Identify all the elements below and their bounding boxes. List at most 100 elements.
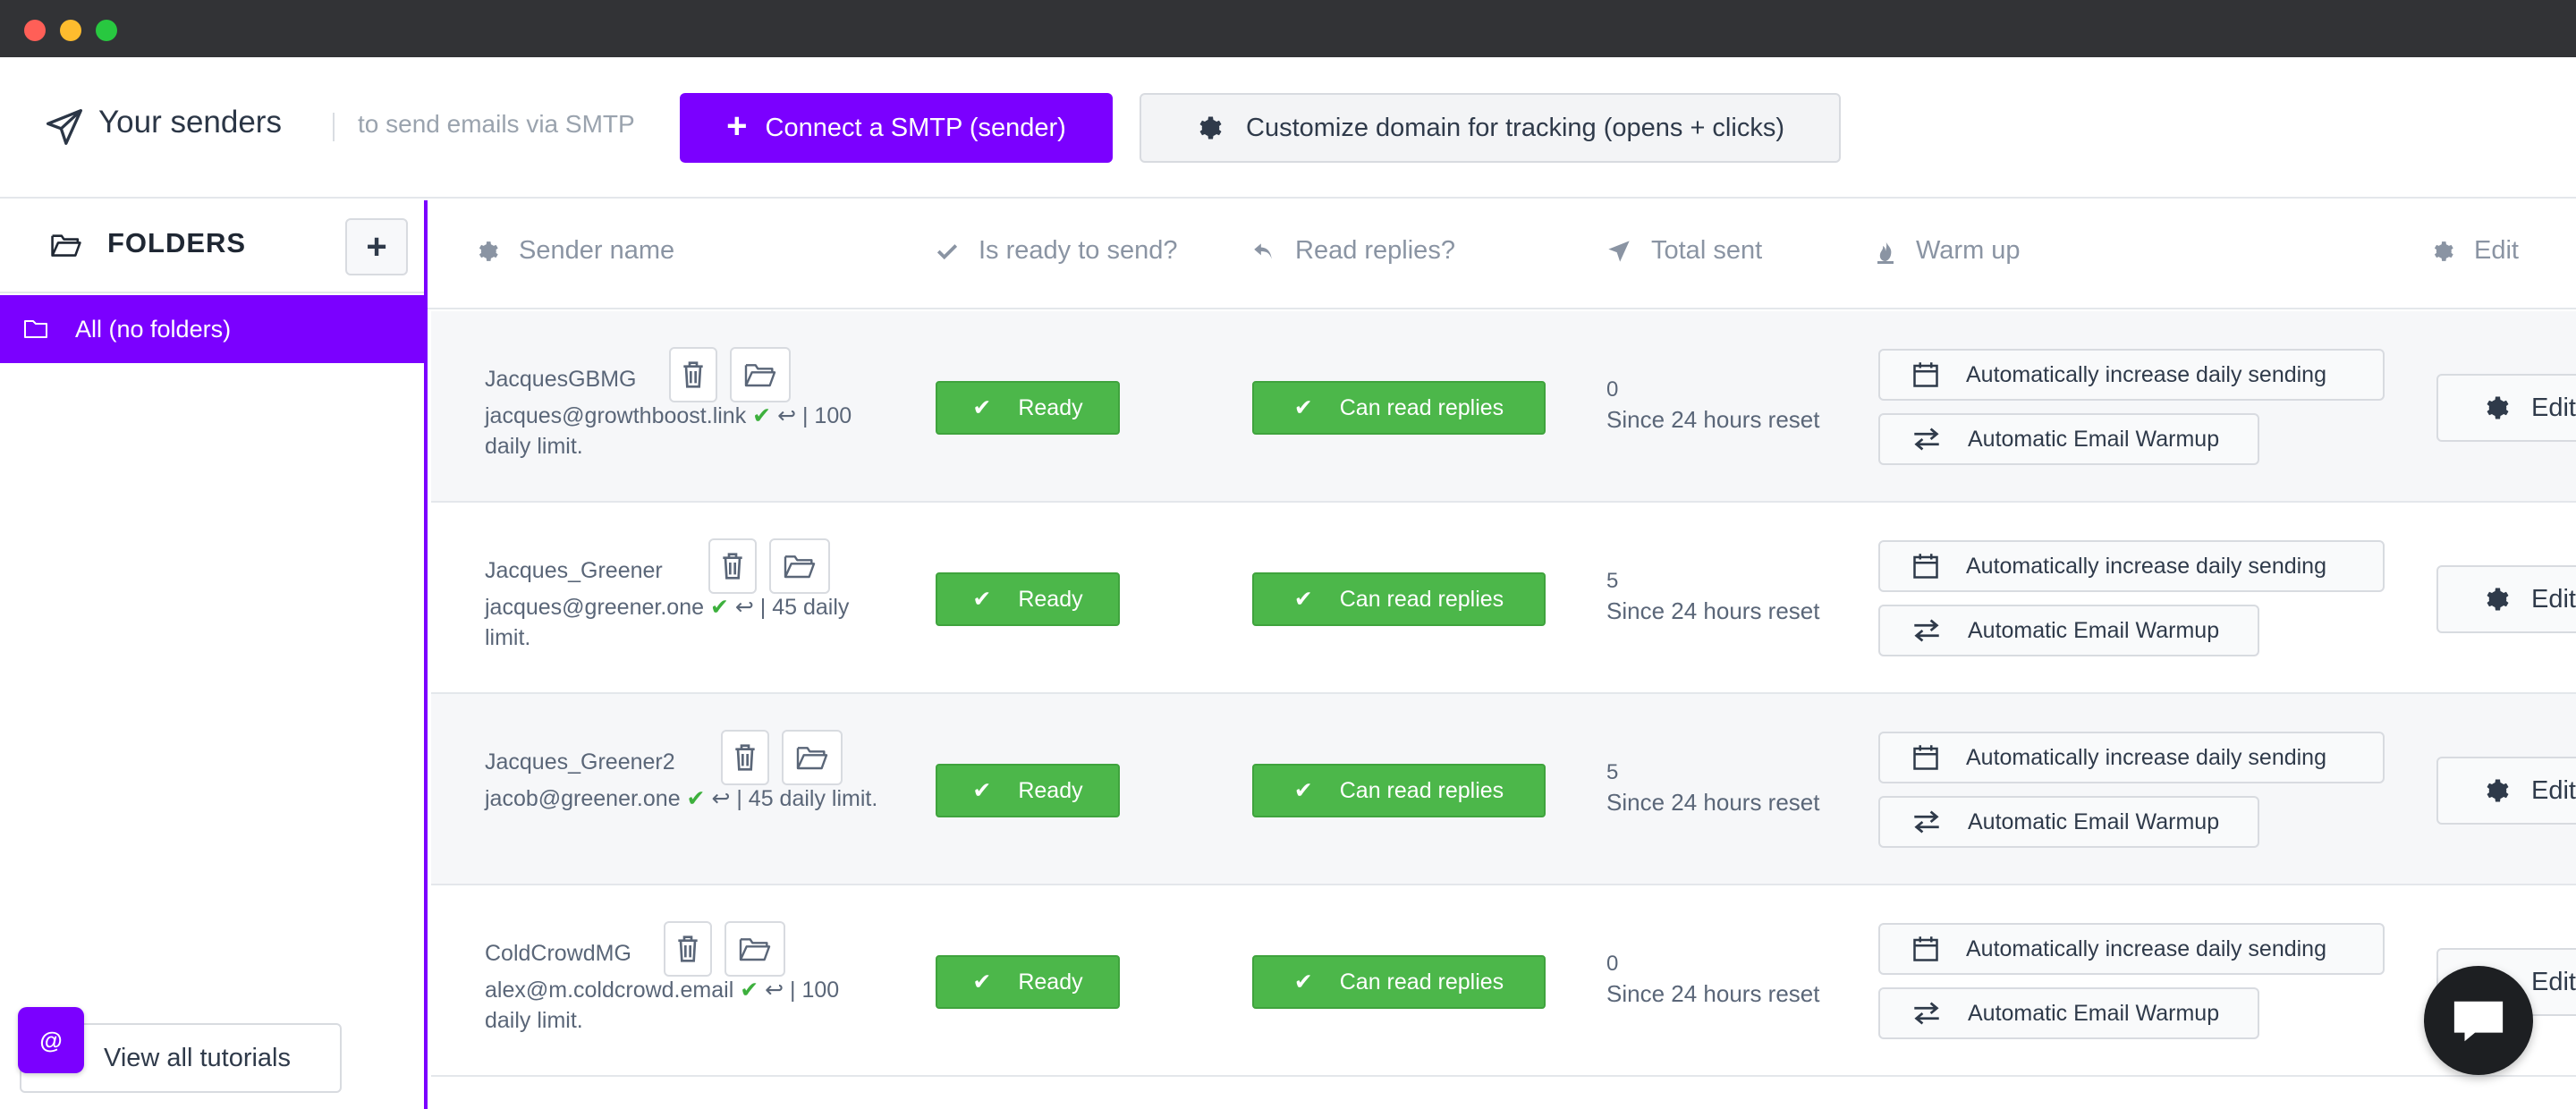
- window-minimize-button[interactable]: [60, 20, 81, 41]
- auto-increase-sending-button[interactable]: Automatically increase daily sending: [1878, 732, 2385, 783]
- auto-email-warmup-button[interactable]: Automatic Email Warmup: [1878, 413, 2259, 465]
- gear-icon: [2434, 241, 2453, 261]
- ready-status-button[interactable]: ✔ Ready: [936, 955, 1120, 1009]
- reply-icon: [1254, 242, 1272, 259]
- window-titlebar: [0, 0, 2576, 57]
- folder-open-icon: [739, 938, 771, 961]
- replies-label: Can read replies: [1339, 394, 1504, 420]
- folder-open-icon: [784, 555, 816, 579]
- auto-email-warmup-button[interactable]: Automatic Email Warmup: [1878, 987, 2259, 1039]
- connect-smtp-button[interactable]: + Connect a SMTP (sender): [680, 93, 1113, 163]
- connect-smtp-label: Connect a SMTP (sender): [765, 113, 1066, 142]
- window-maximize-button[interactable]: [96, 20, 117, 41]
- column-read-replies: Read replies?: [1250, 236, 1455, 266]
- total-sent-note: Since 24 hours reset: [1606, 980, 1820, 1007]
- delete-sender-button[interactable]: [721, 730, 769, 785]
- check-icon: ✔: [972, 587, 992, 612]
- edit-sender-button[interactable]: Edit: [2436, 565, 2576, 633]
- check-icon: ✔: [972, 778, 992, 803]
- daily-limit: | 45 daily limit.: [736, 786, 878, 811]
- exchange-icon: [1914, 619, 1939, 642]
- edit-label: Edit: [2531, 967, 2576, 996]
- table-row: Jacques_Greener2 jacob@greener.one ✔ ↩︎ …: [431, 694, 2576, 885]
- ready-label: Ready: [1018, 777, 1083, 803]
- sender-email: jacques@growthboost.link: [485, 403, 747, 428]
- check-icon: ✔: [972, 395, 992, 420]
- move-to-folder-button[interactable]: [730, 347, 791, 402]
- gear-icon: [1199, 116, 1222, 140]
- read-replies-status-button[interactable]: ✔ Can read replies: [1252, 572, 1546, 626]
- folder-open-icon: [51, 234, 81, 257]
- ready-label: Ready: [1018, 969, 1083, 995]
- edit-sender-button[interactable]: Edit: [2436, 757, 2576, 825]
- warm-increase-label: Automatically increase daily sending: [1966, 361, 2326, 387]
- delete-sender-button[interactable]: [669, 347, 717, 402]
- auto-increase-sending-button[interactable]: Automatically increase daily sending: [1878, 349, 2385, 401]
- chat-widget-button[interactable]: [2424, 966, 2533, 1075]
- auto-email-warmup-button[interactable]: Automatic Email Warmup: [1878, 605, 2259, 656]
- reply-all-icon: ↩︎: [765, 978, 784, 1003]
- sender-name: JacquesGBMG: [485, 367, 637, 392]
- chat-bubble-icon: [2453, 1001, 2504, 1042]
- check-icon: ✔: [752, 403, 772, 428]
- check-icon: ✔: [1293, 778, 1313, 803]
- total-sent-count: 0: [1606, 377, 1619, 402]
- replies-label: Can read replies: [1339, 777, 1504, 803]
- title-divider: [333, 113, 335, 141]
- folder-item-all[interactable]: All (no folders): [0, 295, 428, 363]
- column-edit: Edit: [2431, 236, 2519, 266]
- column-warm-up: Warm up: [1875, 236, 2021, 266]
- warm-warmup-label: Automatic Email Warmup: [1968, 808, 2220, 834]
- trash-icon: [678, 935, 698, 962]
- column-total-sent: Total sent: [1606, 236, 1762, 266]
- folders-title: FOLDERS: [107, 227, 247, 258]
- read-replies-status-button[interactable]: ✔ Can read replies: [1252, 764, 1546, 817]
- sender-email: jacob@greener.one: [485, 786, 681, 811]
- gear-icon: [2487, 396, 2509, 419]
- read-replies-status-button[interactable]: ✔ Can read replies: [1252, 955, 1546, 1009]
- at-badge-button[interactable]: @: [18, 1007, 84, 1073]
- paper-plane-icon: [47, 109, 82, 145]
- table-row: ColdCrowdMG alex@m.coldcrowd.email ✔ ↩︎ …: [431, 885, 2576, 1077]
- delete-sender-button[interactable]: [664, 921, 712, 977]
- edit-sender-button[interactable]: Edit: [2436, 374, 2576, 442]
- fire-icon: [1877, 240, 1894, 264]
- edit-label: Edit: [2531, 584, 2576, 614]
- ready-status-button[interactable]: ✔ Ready: [936, 381, 1120, 435]
- folder-icon: [24, 320, 47, 338]
- move-to-folder-button[interactable]: [724, 921, 785, 977]
- exchange-icon: [1914, 810, 1939, 834]
- ready-label: Ready: [1018, 394, 1083, 420]
- ready-status-button[interactable]: ✔ Ready: [936, 572, 1120, 626]
- add-folder-button[interactable]: +: [345, 218, 408, 275]
- reply-all-icon: ↩︎: [777, 403, 797, 428]
- delete-sender-button[interactable]: [708, 538, 757, 594]
- move-to-folder-button[interactable]: [769, 538, 830, 594]
- column-label: Total sent: [1651, 236, 1763, 265]
- warm-warmup-label: Automatic Email Warmup: [1968, 426, 2220, 452]
- page-header: Your senders to send emails via SMTP + C…: [0, 57, 2576, 199]
- auto-increase-sending-button[interactable]: Automatically increase daily sending: [1878, 923, 2385, 975]
- exchange-icon: [1914, 428, 1939, 451]
- move-to-folder-button[interactable]: [782, 730, 843, 785]
- check-icon: ✔: [1293, 395, 1313, 420]
- check-icon: ✔: [740, 978, 759, 1003]
- sender-email: jacques@greener.one: [485, 595, 704, 620]
- folders-sidebar: FOLDERS + All (no folders) View all tuto…: [0, 200, 428, 1109]
- auto-email-warmup-button[interactable]: Automatic Email Warmup: [1878, 796, 2259, 848]
- column-label: Warm up: [1916, 236, 2021, 265]
- check-icon: ✔: [972, 969, 992, 995]
- auto-increase-sending-button[interactable]: Automatically increase daily sending: [1878, 540, 2385, 592]
- page-title: Your senders: [98, 105, 282, 140]
- customize-domain-button[interactable]: Customize domain for tracking (opens + c…: [1140, 93, 1841, 163]
- warm-increase-label: Automatically increase daily sending: [1966, 935, 2326, 961]
- gear-icon: [2487, 779, 2509, 802]
- folder-open-icon: [744, 364, 776, 387]
- total-sent-note: Since 24 hours reset: [1606, 406, 1820, 433]
- read-replies-status-button[interactable]: ✔ Can read replies: [1252, 381, 1546, 435]
- sender-email-line: jacob@greener.one ✔ ↩︎ | 45 daily limit.: [485, 783, 878, 814]
- window-close-button[interactable]: [24, 20, 46, 41]
- ready-status-button[interactable]: ✔ Ready: [936, 764, 1120, 817]
- folder-item-label: All (no folders): [75, 315, 232, 343]
- gear-icon: [479, 241, 498, 261]
